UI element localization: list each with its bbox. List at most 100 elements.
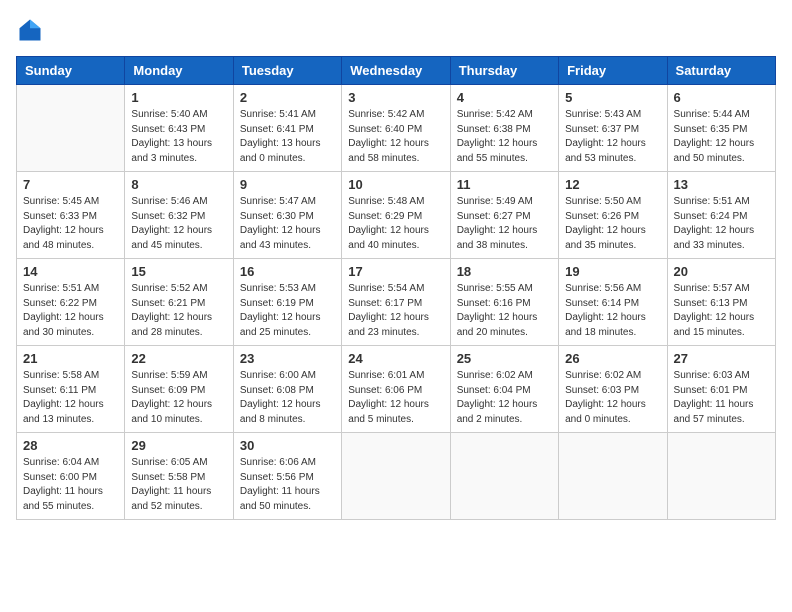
- day-number: 25: [457, 351, 552, 366]
- day-number: 22: [131, 351, 226, 366]
- calendar-cell: 12Sunrise: 5:50 AM Sunset: 6:26 PM Dayli…: [559, 172, 667, 259]
- day-info: Sunrise: 6:05 AM Sunset: 5:58 PM Dayligh…: [131, 456, 226, 514]
- day-info: Sunrise: 6:04 AM Sunset: 6:00 PM Dayligh…: [23, 456, 118, 514]
- calendar-cell: [450, 433, 558, 520]
- calendar-day-header: Wednesday: [342, 57, 450, 85]
- calendar-cell: 19Sunrise: 5:56 AM Sunset: 6:14 PM Dayli…: [559, 259, 667, 346]
- day-info: Sunrise: 5:43 AM Sunset: 6:37 PM Dayligh…: [565, 108, 660, 166]
- day-info: Sunrise: 5:45 AM Sunset: 6:33 PM Dayligh…: [23, 195, 118, 253]
- day-number: 1: [131, 90, 226, 105]
- calendar-cell: 21 Sunrise: 5:58 AM Sunset: 6:11 PM Dayli…: [17, 346, 125, 433]
- day-number: 21: [23, 351, 118, 366]
- calendar-cell: 10 Sunrise: 5:48 AM Sunset: 6:29 PM Dayli…: [342, 172, 450, 259]
- calendar-cell: 20 Sunrise: 5:57 AM Sunset: 6:13 PM Dayli…: [667, 259, 775, 346]
- day-info: Sunrise: 6:01 AM Sunset: 6:06 PM Dayligh…: [348, 369, 443, 427]
- day-number: 13: [674, 177, 769, 192]
- calendar-cell: 5 Sunrise: 5:43 AM Sunset: 6:37 PM Daylig…: [559, 85, 667, 172]
- calendar-cell: 14Sunrise: 5:51 AM Sunset: 6:22 PM Dayli…: [17, 259, 125, 346]
- day-number: 23: [240, 351, 335, 366]
- day-info: Sunrise: 5:55 AM Sunset: 6:16 PM Dayligh…: [457, 282, 552, 340]
- day-number: 29: [131, 438, 226, 453]
- calendar-cell: 17 Sunrise: 5:54 AM Sunset: 6:17 PM Dayli…: [342, 259, 450, 346]
- logo: [16, 16, 48, 44]
- day-number: 9: [240, 177, 335, 192]
- day-info: Sunrise: 5:51 AM Sunset: 6:24 PM Dayligh…: [674, 195, 769, 253]
- calendar-cell: 24 Sunrise: 6:01 AM Sunset: 6:06 PM Dayli…: [342, 346, 450, 433]
- day-info: Sunrise: 6:02 AM Sunset: 6:03 PM Dayligh…: [565, 369, 660, 427]
- calendar-cell: 4 Sunrise: 5:42 AM Sunset: 6:38 PM Daylig…: [450, 85, 558, 172]
- day-number: 24: [348, 351, 443, 366]
- calendar-cell: 11Sunrise: 5:49 AM Sunset: 6:27 PM Dayli…: [450, 172, 558, 259]
- calendar-day-header: Saturday: [667, 57, 775, 85]
- calendar-header-row: SundayMondayTuesdayWednesdayThursdayFrid…: [17, 57, 776, 85]
- day-number: 18: [457, 264, 552, 279]
- day-info: Sunrise: 5:54 AM Sunset: 6:17 PM Dayligh…: [348, 282, 443, 340]
- calendar-day-header: Tuesday: [233, 57, 341, 85]
- calendar-cell: [667, 433, 775, 520]
- calendar-cell: 25 Sunrise: 6:02 AM Sunset: 6:04 PM Dayli…: [450, 346, 558, 433]
- day-info: Sunrise: 5:44 AM Sunset: 6:35 PM Dayligh…: [674, 108, 769, 166]
- calendar-week-row: 14Sunrise: 5:51 AM Sunset: 6:22 PM Dayli…: [17, 259, 776, 346]
- calendar-cell: 15 Sunrise: 5:52 AM Sunset: 6:21 PM Dayli…: [125, 259, 233, 346]
- calendar-cell: 6 Sunrise: 5:44 AM Sunset: 6:35 PM Daylig…: [667, 85, 775, 172]
- day-number: 2: [240, 90, 335, 105]
- calendar-week-row: 1 Sunrise: 5:40 AM Sunset: 6:43 PM Daylig…: [17, 85, 776, 172]
- day-number: 27: [674, 351, 769, 366]
- calendar-cell: 28 Sunrise: 6:04 AM Sunset: 6:00 PM Dayli…: [17, 433, 125, 520]
- calendar-cell: [342, 433, 450, 520]
- day-info: Sunrise: 5:48 AM Sunset: 6:29 PM Dayligh…: [348, 195, 443, 253]
- day-info: Sunrise: 5:59 AM Sunset: 6:09 PM Dayligh…: [131, 369, 226, 427]
- page-header: [16, 16, 776, 44]
- day-number: 30: [240, 438, 335, 453]
- day-info: Sunrise: 5:47 AM Sunset: 6:30 PM Dayligh…: [240, 195, 335, 253]
- calendar-week-row: 21 Sunrise: 5:58 AM Sunset: 6:11 PM Dayli…: [17, 346, 776, 433]
- calendar-cell: 16 Sunrise: 5:53 AM Sunset: 6:19 PM Dayli…: [233, 259, 341, 346]
- day-info: Sunrise: 5:40 AM Sunset: 6:43 PM Dayligh…: [131, 108, 226, 166]
- day-info: Sunrise: 5:50 AM Sunset: 6:26 PM Dayligh…: [565, 195, 660, 253]
- calendar-day-header: Monday: [125, 57, 233, 85]
- calendar-day-header: Sunday: [17, 57, 125, 85]
- calendar-cell: 27 Sunrise: 6:03 AM Sunset: 6:01 PM Dayli…: [667, 346, 775, 433]
- day-info: Sunrise: 5:52 AM Sunset: 6:21 PM Dayligh…: [131, 282, 226, 340]
- calendar-cell: 18 Sunrise: 5:55 AM Sunset: 6:16 PM Dayli…: [450, 259, 558, 346]
- day-number: 7: [23, 177, 118, 192]
- calendar-cell: 2 Sunrise: 5:41 AM Sunset: 6:41 PM Daylig…: [233, 85, 341, 172]
- day-info: Sunrise: 6:02 AM Sunset: 6:04 PM Dayligh…: [457, 369, 552, 427]
- calendar-cell: 8 Sunrise: 5:46 AM Sunset: 6:32 PM Daylig…: [125, 172, 233, 259]
- calendar-cell: 29 Sunrise: 6:05 AM Sunset: 5:58 PM Dayli…: [125, 433, 233, 520]
- day-info: Sunrise: 5:53 AM Sunset: 6:19 PM Dayligh…: [240, 282, 335, 340]
- calendar-cell: 22 Sunrise: 5:59 AM Sunset: 6:09 PM Dayli…: [125, 346, 233, 433]
- day-info: Sunrise: 6:03 AM Sunset: 6:01 PM Dayligh…: [674, 369, 769, 427]
- day-number: 26: [565, 351, 660, 366]
- calendar-cell: 30 Sunrise: 6:06 AM Sunset: 5:56 PM Dayli…: [233, 433, 341, 520]
- day-number: 10: [348, 177, 443, 192]
- day-number: 14: [23, 264, 118, 279]
- day-info: Sunrise: 5:46 AM Sunset: 6:32 PM Dayligh…: [131, 195, 226, 253]
- day-number: 5: [565, 90, 660, 105]
- calendar-day-header: Friday: [559, 57, 667, 85]
- calendar-week-row: 28 Sunrise: 6:04 AM Sunset: 6:00 PM Dayli…: [17, 433, 776, 520]
- day-info: Sunrise: 5:41 AM Sunset: 6:41 PM Dayligh…: [240, 108, 335, 166]
- day-number: 16: [240, 264, 335, 279]
- day-number: 15: [131, 264, 226, 279]
- calendar-cell: 26 Sunrise: 6:02 AM Sunset: 6:03 PM Dayli…: [559, 346, 667, 433]
- day-number: 20: [674, 264, 769, 279]
- day-info: Sunrise: 6:06 AM Sunset: 5:56 PM Dayligh…: [240, 456, 335, 514]
- day-number: 17: [348, 264, 443, 279]
- calendar-cell: [17, 85, 125, 172]
- day-number: 28: [23, 438, 118, 453]
- calendar-cell: 3Sunrise: 5:42 AM Sunset: 6:40 PM Daylig…: [342, 85, 450, 172]
- logo-icon: [16, 16, 44, 44]
- day-info: Sunrise: 6:00 AM Sunset: 6:08 PM Dayligh…: [240, 369, 335, 427]
- calendar-cell: 13 Sunrise: 5:51 AM Sunset: 6:24 PM Dayli…: [667, 172, 775, 259]
- calendar-cell: 7 Sunrise: 5:45 AM Sunset: 6:33 PM Daylig…: [17, 172, 125, 259]
- day-info: Sunrise: 5:42 AM Sunset: 6:40 PM Dayligh…: [348, 108, 443, 166]
- day-number: 6: [674, 90, 769, 105]
- calendar-table: SundayMondayTuesdayWednesdayThursdayFrid…: [16, 56, 776, 520]
- day-info: Sunrise: 5:57 AM Sunset: 6:13 PM Dayligh…: [674, 282, 769, 340]
- day-number: 8: [131, 177, 226, 192]
- calendar-cell: 1 Sunrise: 5:40 AM Sunset: 6:43 PM Daylig…: [125, 85, 233, 172]
- day-info: Sunrise: 5:42 AM Sunset: 6:38 PM Dayligh…: [457, 108, 552, 166]
- day-info: Sunrise: 5:58 AM Sunset: 6:11 PM Dayligh…: [23, 369, 118, 427]
- day-number: 4: [457, 90, 552, 105]
